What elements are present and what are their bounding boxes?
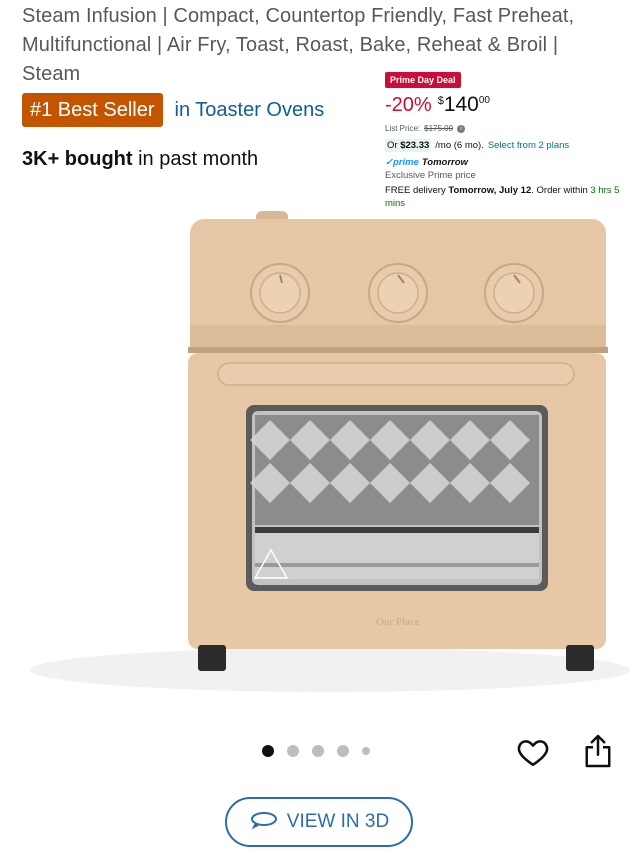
prime-logo: ✓prime	[385, 157, 419, 168]
image-pagination[interactable]	[262, 745, 370, 757]
discount-percent: -20%	[385, 94, 432, 116]
best-seller-badge[interactable]: #1 Best Seller	[22, 93, 163, 127]
monthly-payment: Or $23.33 /mo (6 mo). Select from 2 plan…	[385, 139, 635, 152]
pagination-dot-2[interactable]	[287, 745, 299, 757]
list-price-label: List Price:	[385, 124, 421, 133]
select-plans-link[interactable]: Select from 2 plans	[488, 140, 569, 151]
price-cents: 00	[478, 95, 490, 106]
monthly-highlight: Or $23.33	[385, 139, 432, 152]
heart-icon[interactable]	[516, 735, 550, 769]
deal-box: Prime Day Deal -20% $ 140 00 List Price:…	[385, 70, 635, 210]
list-price-value: $175.00	[424, 124, 454, 133]
view-in-3d-label: VIEW IN 3D	[286, 811, 390, 832]
prime-day-deal-badge: Prime Day Deal	[385, 72, 461, 88]
delivery-date: Tomorrow, July 12	[448, 185, 532, 196]
exclusive-prime-price: Exclusive Prime price	[385, 170, 476, 181]
pagination-dot-3[interactable]	[312, 745, 324, 757]
best-seller-category-link[interactable]: in Toaster Ovens	[175, 99, 325, 122]
view-in-3d-button[interactable]: VIEW IN 3D	[225, 797, 413, 847]
prime-delivery: ✓prime Tomorrow	[385, 157, 635, 168]
monthly-prefix: Or	[387, 140, 398, 151]
rotate-3d-icon	[249, 808, 279, 836]
list-price: List Price: $175.00 i	[385, 124, 635, 133]
toaster-oven-image: Our Place	[30, 211, 630, 692]
pagination-dot-4[interactable]	[337, 745, 349, 757]
brand-mark: Our Place	[376, 616, 420, 628]
price-row: -20% $ 140 00	[385, 93, 635, 117]
delivery-middle: . Order within	[531, 185, 588, 196]
pagination-dot-5[interactable]	[362, 747, 370, 755]
monthly-amount: $23.33	[400, 140, 430, 151]
best-seller-row: #1 Best Seller in Toaster Ovens	[22, 93, 324, 127]
bought-in-past-month: 3K+ bought in past month	[22, 148, 258, 171]
price-whole: 140	[443, 93, 479, 116]
delivery-prefix: FREE delivery	[385, 185, 446, 196]
monthly-suffix: /mo (6 mo).	[435, 140, 484, 151]
pagination-dot-1[interactable]	[262, 745, 274, 757]
info-icon[interactable]: i	[457, 124, 466, 133]
bought-suffix: in past month	[132, 148, 259, 170]
share-icon[interactable]	[583, 733, 613, 769]
prime-tomorrow: Tomorrow	[421, 157, 468, 168]
bought-count: 3K+ bought	[22, 148, 133, 170]
product-image[interactable]: Our Place	[0, 205, 640, 725]
